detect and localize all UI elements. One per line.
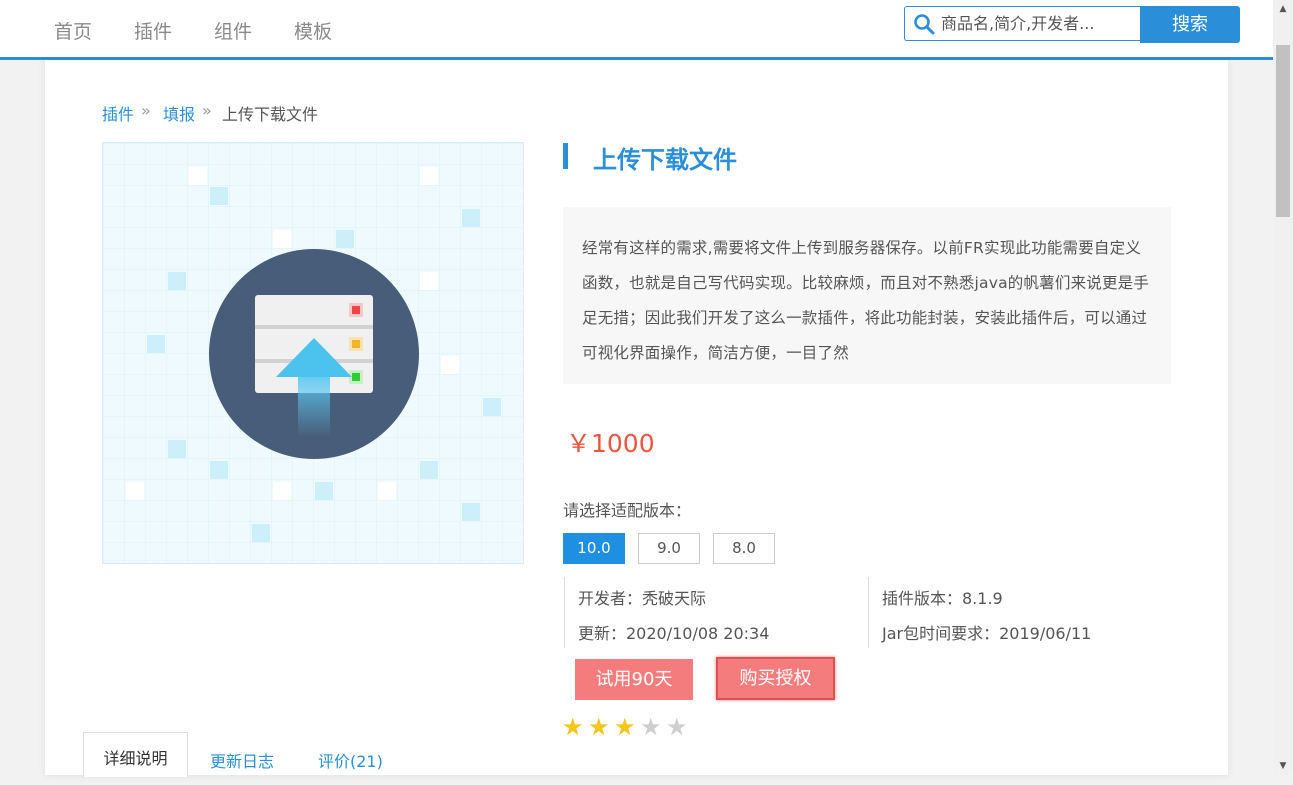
- version-option-10[interactable]: 10.0: [563, 533, 625, 564]
- trial-button[interactable]: 试用90天: [575, 659, 693, 700]
- product-description: 经常有这样的需求,需要将文件上传到服务器保存。以前FR实现此功能需要自定义函数，…: [563, 207, 1171, 384]
- upload-illustration: [103, 143, 523, 563]
- scroll-thumb[interactable]: [1276, 45, 1290, 217]
- star-icon[interactable]: ★: [614, 715, 640, 739]
- breadcrumb-separator: »: [202, 101, 212, 120]
- jar-requirement: Jar包时间要求：2019/06/11: [882, 624, 1092, 643]
- breadcrumb-current: 上传下载文件: [222, 105, 319, 124]
- star-icon[interactable]: ★: [640, 715, 666, 739]
- scroll-down-arrow-icon[interactable]: ▼: [1273, 757, 1293, 775]
- search-input[interactable]: [941, 7, 1137, 40]
- update-time: 更新：2020/10/08 20:34: [578, 624, 770, 643]
- scroll-up-arrow-icon[interactable]: ▲: [1273, 0, 1293, 18]
- star-icon[interactable]: ★: [588, 715, 614, 739]
- version-option-9[interactable]: 9.0: [638, 533, 700, 564]
- breadcrumb-separator: »: [141, 101, 151, 120]
- rating-stars: ★ ★ ★ ★ ★: [562, 715, 692, 739]
- star-icon[interactable]: ★: [562, 715, 588, 739]
- nav-plugins[interactable]: 插件: [134, 17, 172, 44]
- product-image: [102, 142, 524, 564]
- scrollbar[interactable]: ▲ ▼: [1273, 0, 1293, 775]
- product-title: 上传下载文件: [593, 146, 737, 174]
- developer-info: 开发者：秃破天际: [578, 589, 707, 608]
- nav-components[interactable]: 组件: [214, 17, 252, 44]
- info-divider: [868, 577, 869, 648]
- plugin-version: 插件版本：8.1.9: [882, 589, 1003, 608]
- search-box: [904, 6, 1140, 41]
- breadcrumb-plugins[interactable]: 插件: [102, 101, 134, 125]
- tab-changelog[interactable]: 更新日志: [210, 748, 274, 772]
- tab-details[interactable]: 详细说明: [83, 732, 188, 777]
- buy-license-button[interactable]: 购买授权: [716, 657, 835, 700]
- breadcrumb-fill-report[interactable]: 填报: [163, 101, 195, 125]
- version-label: 请选择适配版本：: [563, 501, 692, 520]
- version-option-8[interactable]: 8.0: [713, 533, 775, 564]
- search-icon: [914, 14, 935, 35]
- tab-reviews[interactable]: 评价(21): [318, 748, 383, 772]
- info-divider: [564, 577, 565, 648]
- star-icon[interactable]: ★: [666, 715, 692, 739]
- nav-templates[interactable]: 模板: [294, 17, 332, 44]
- product-price: ￥1000: [566, 429, 655, 458]
- nav-home[interactable]: 首页: [54, 17, 92, 44]
- title-accent-bar: [563, 143, 568, 169]
- search-button[interactable]: 搜索: [1140, 6, 1240, 43]
